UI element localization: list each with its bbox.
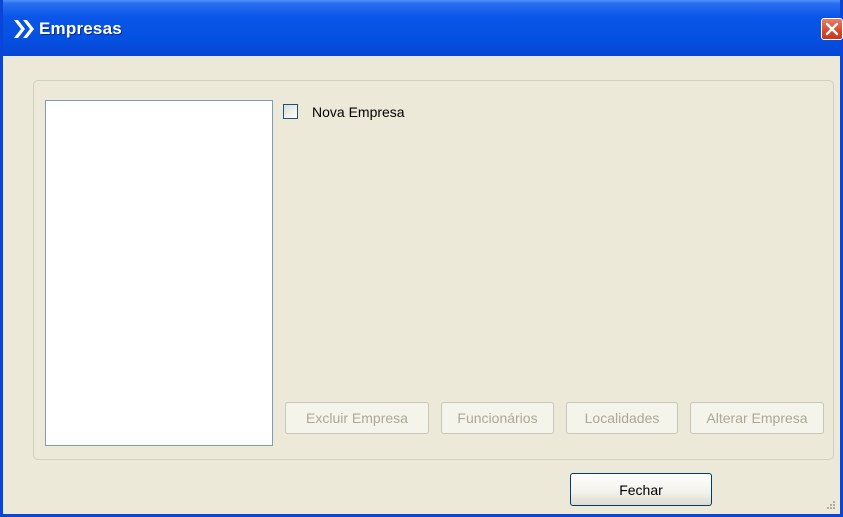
edit-company-button[interactable]: Alterar Empresa xyxy=(690,402,824,434)
delete-company-button[interactable]: Excluir Empresa xyxy=(285,402,429,434)
double-chevron-right-icon xyxy=(14,20,34,38)
empresas-window: Empresas Nova Empresa Excluir Empresa Fu… xyxy=(0,0,843,517)
locations-button[interactable]: Localidades xyxy=(566,402,678,434)
resize-grip-icon[interactable] xyxy=(826,500,836,510)
company-list[interactable] xyxy=(45,100,273,446)
employees-button[interactable]: Funcionários xyxy=(441,402,554,434)
close-button[interactable]: Fechar xyxy=(570,473,712,506)
close-icon xyxy=(825,22,839,36)
new-company-label[interactable]: Nova Empresa xyxy=(312,104,405,120)
close-window-button[interactable] xyxy=(821,18,843,40)
new-company-checkbox[interactable] xyxy=(283,104,298,119)
title-bar[interactable]: Empresas xyxy=(3,0,843,56)
window-title: Empresas xyxy=(39,19,122,38)
